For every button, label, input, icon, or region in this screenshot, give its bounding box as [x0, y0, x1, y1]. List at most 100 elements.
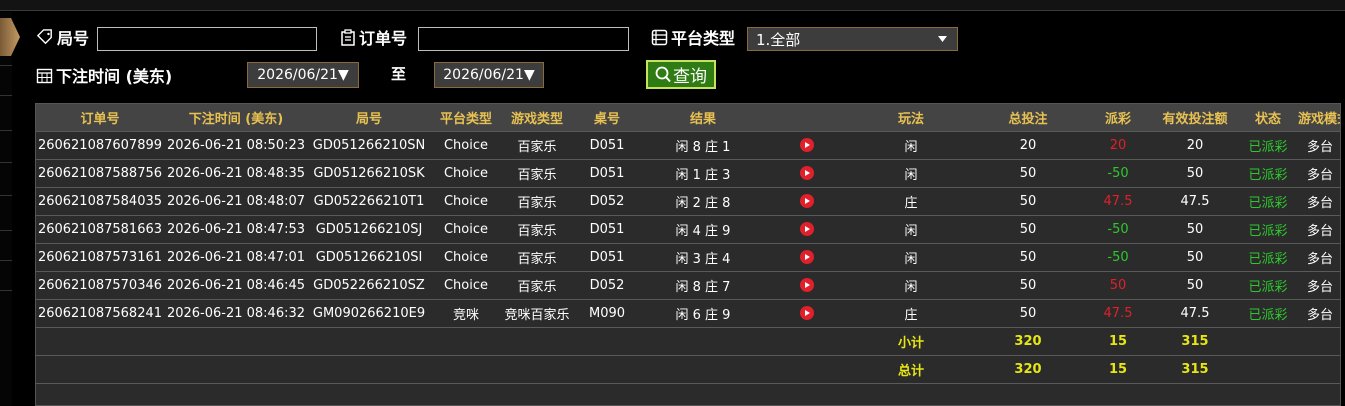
platform-type-select[interactable]: 1.全部 [747, 27, 958, 51]
subtotal-payout: 15 [1084, 326, 1152, 355]
bet-time-cell: 2026-06-21 08:46:45 [164, 270, 308, 299]
total-bet-cell: 50 [972, 242, 1084, 271]
valid-bet-cell: 50 [1152, 214, 1238, 243]
order-number-cell: 260621087588756 [36, 158, 164, 187]
bet-records-table: 订单号 下注时间 (美东) 局号 平台类型 游戏类型 桌号 结果 玩法 总投注 … [35, 103, 1341, 406]
table-row: 260621087584035 2026-06-21 08:48:07 GD0522… [36, 186, 1340, 215]
valid-bet-cell: 47.5 [1152, 186, 1238, 215]
date-to-select[interactable]: 2026/06/21▼ [434, 62, 544, 88]
total-payout: 15 [1084, 354, 1152, 383]
column-header: 派彩 [1084, 104, 1152, 131]
bet-time-cell: 2026-06-21 08:48:35 [164, 158, 308, 187]
round-number-cell: GD051266210SJ [308, 214, 430, 243]
round-number-input[interactable] [97, 27, 317, 51]
platform-cell: Choice [430, 270, 502, 299]
payout-cell: 47.5 [1084, 186, 1152, 215]
date-to-separator: 至 [391, 65, 407, 83]
status-cell: 已派彩 [1238, 158, 1298, 187]
game-type-cell: 百家乐 [502, 214, 572, 243]
game-mode-cell: 多台 [1298, 242, 1340, 271]
bet-time-cell: 2026-06-21 08:48:07 [164, 186, 308, 215]
result-cell: 闲 2 庄 8 [642, 186, 764, 215]
game-type-cell: 百家乐 [502, 130, 572, 159]
column-header [764, 104, 850, 131]
bet-option-cell: 庄 [850, 186, 972, 215]
play-video-icon[interactable] [800, 194, 814, 208]
total-bet-cell: 50 [972, 158, 1084, 187]
valid-bet-cell: 20 [1152, 130, 1238, 159]
valid-bet-cell: 50 [1152, 242, 1238, 271]
play-video-icon[interactable] [800, 222, 814, 236]
game-type-cell: 百家乐 [502, 242, 572, 271]
subtotal-label: 小计 [850, 326, 972, 355]
game-type-cell: 百家乐 [502, 186, 572, 215]
empty-row [36, 382, 1340, 405]
column-header: 局号 [308, 104, 430, 131]
game-mode-cell: 多台 [1298, 270, 1340, 299]
valid-bet-cell: 50 [1152, 158, 1238, 187]
column-header: 结果 [642, 104, 764, 131]
payout-cell: -50 [1084, 158, 1152, 187]
total-valid-bet: 315 [1152, 354, 1238, 383]
total-row: 总计 320 15 315 [36, 354, 1340, 383]
game-mode-cell: 多台 [1298, 186, 1340, 215]
platform-filter-label: 平台类型 [651, 25, 735, 49]
list-icon [651, 29, 668, 45]
total-bet-cell: 50 [972, 270, 1084, 299]
sidebar-collapse-tab[interactable] [0, 18, 20, 56]
result-cell: 闲 6 庄 9 [642, 298, 764, 327]
order-filter-label: 订单号 [340, 25, 407, 49]
table-row: 260621087588756 2026-06-21 08:48:35 GD0512… [36, 158, 1340, 187]
chevron-down-icon [938, 36, 947, 42]
round-number-cell: GD052266210T1 [308, 186, 430, 215]
game-type-cell: 百家乐 [502, 270, 572, 299]
status-cell: 已派彩 [1238, 214, 1298, 243]
date-from-select[interactable]: 2026/06/21▼ [247, 62, 359, 88]
play-video-icon[interactable] [800, 278, 814, 292]
platform-cell: Choice [430, 186, 502, 215]
total-bet-cell: 20 [972, 130, 1084, 159]
clipboard-icon [341, 28, 355, 46]
table-number-cell: D051 [572, 214, 642, 243]
column-header: 游戏模式 [1298, 104, 1340, 131]
game-type-cell: 百家乐 [502, 158, 572, 187]
table-row: 260621087570346 2026-06-21 08:46:45 GD0522… [36, 270, 1340, 299]
result-cell: 闲 8 庄 7 [642, 270, 764, 299]
column-header: 状态 [1238, 104, 1298, 131]
payout-cell: 20 [1084, 130, 1152, 159]
status-cell: 已派彩 [1238, 130, 1298, 159]
table-number-cell: D051 [572, 158, 642, 187]
play-video-icon[interactable] [800, 166, 814, 180]
column-header: 游戏类型 [502, 104, 572, 131]
total-bet-cell: 50 [972, 186, 1084, 215]
result-cell: 闲 1 庄 3 [642, 158, 764, 187]
column-header: 桌号 [572, 104, 642, 131]
status-cell: 已派彩 [1238, 186, 1298, 215]
table-number-cell: D052 [572, 186, 642, 215]
subtotal-bet: 320 [972, 326, 1084, 355]
replay-cell [764, 158, 850, 187]
result-cell: 闲 3 庄 4 [642, 242, 764, 271]
table-number-cell: M090 [572, 298, 642, 327]
column-header: 平台类型 [430, 104, 502, 131]
bet-option-cell: 闲 [850, 242, 972, 271]
bet-time-filter-label: 下注时间 (美东) [36, 63, 172, 87]
table-header-row: 订单号 下注时间 (美东) 局号 平台类型 游戏类型 桌号 结果 玩法 总投注 … [36, 104, 1340, 131]
total-label: 总计 [850, 354, 972, 383]
payout-cell: -50 [1084, 214, 1152, 243]
bet-option-cell: 闲 [850, 270, 972, 299]
table-row: 260621087607899 2026-06-21 08:50:23 GD0512… [36, 130, 1340, 159]
left-sidebar-edge [0, 12, 12, 406]
search-button[interactable]: 查询 [646, 60, 716, 89]
platform-cell: Choice [430, 242, 502, 271]
play-video-icon[interactable] [800, 306, 814, 320]
replay-cell [764, 186, 850, 215]
play-video-icon[interactable] [800, 138, 814, 152]
order-number-input[interactable] [418, 27, 629, 51]
column-header: 总投注 [972, 104, 1084, 131]
round-filter-label: 局号 [36, 25, 89, 49]
bet-time-cell: 2026-06-21 08:50:23 [164, 130, 308, 159]
platform-cell: Choice [430, 158, 502, 187]
calendar-icon [36, 68, 53, 83]
play-video-icon[interactable] [800, 250, 814, 264]
